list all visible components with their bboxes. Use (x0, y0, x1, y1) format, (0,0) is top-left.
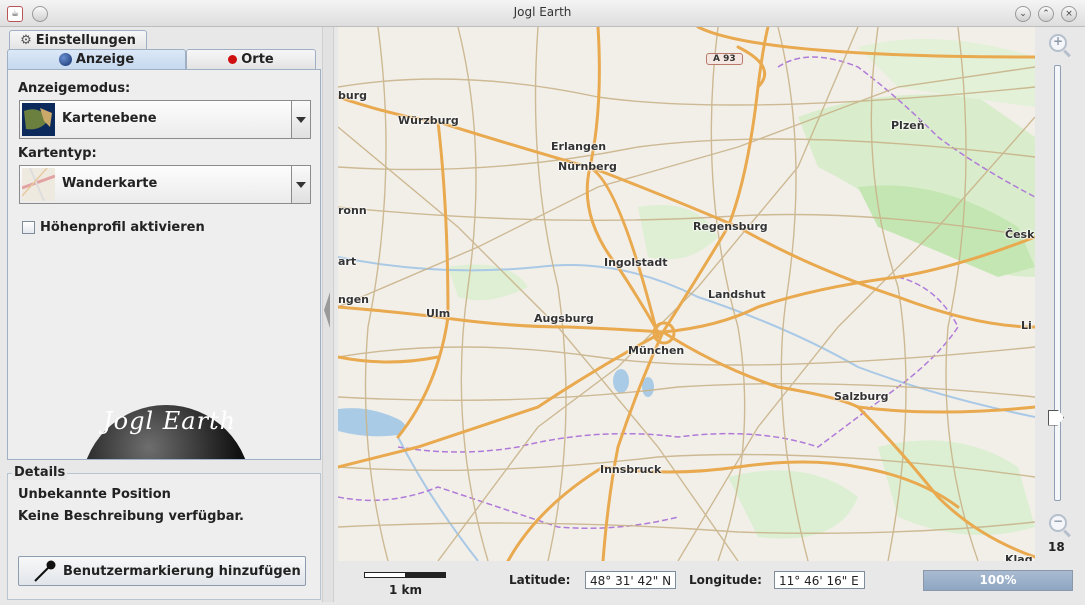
loading-progress-bar: 100% (923, 570, 1073, 591)
progress-text: 100% (979, 573, 1017, 587)
maximize-button[interactable]: ⌃ (1038, 6, 1054, 22)
map-city-label: Salzburg (834, 390, 889, 403)
tab-display[interactable]: Anzeige (7, 49, 186, 69)
map-thumbnail-icon (22, 168, 55, 201)
zoom-level: 18 (1048, 540, 1065, 554)
chevron-down-icon[interactable] (291, 166, 310, 203)
marker-pin-icon (34, 560, 56, 582)
map-city-label: Plzeň (891, 119, 925, 132)
map-city-label: Nürnberg (558, 160, 617, 173)
close-button[interactable]: × (1061, 6, 1077, 22)
zoom-out-icon[interactable]: − (1049, 514, 1067, 532)
map-city-label: ngen (338, 293, 369, 306)
zoom-slider-track[interactable] (1054, 65, 1061, 501)
elevation-checkbox[interactable]: Höhenprofil aktivieren (22, 220, 205, 235)
tab-settings-label: Einstellungen (35, 33, 136, 48)
tab-display-label: Anzeige (75, 52, 135, 67)
split-pane-divider[interactable] (322, 27, 334, 602)
scale-bar (364, 572, 446, 578)
globe-layer-icon (22, 103, 55, 136)
map-city-label: Innsbruck (600, 463, 662, 476)
globe-icon (58, 53, 72, 66)
collapse-arrow-icon[interactable] (324, 292, 330, 328)
scale-label: 1 km (389, 583, 423, 597)
map-type-value: Wanderkarte (62, 176, 158, 191)
map-city-label: Klag (1005, 553, 1033, 561)
jogl-earth-logo: Jogl Earth (73, 405, 253, 459)
display-mode-value: Kartenebene (62, 111, 157, 126)
map-city-label: Erlangen (551, 140, 607, 153)
map-view[interactable]: A 93 burg Würzburg Erlangen Nürnberg Plz… (338, 27, 1035, 561)
map-city-label: Würzburg (398, 114, 459, 127)
map-city-label: Regensburg (693, 220, 768, 233)
map-canvas[interactable] (338, 27, 1035, 561)
add-marker-label: Benutzermarkierung hinzufügen (63, 563, 301, 579)
tab-places-label: Orte (241, 52, 274, 67)
gear-icon: ⚙ (20, 33, 32, 48)
map-city-label: Li (1021, 319, 1032, 332)
map-city-label: ronn (338, 204, 367, 217)
latitude-field[interactable]: 48° 31' 42" N (585, 571, 676, 589)
longitude-label: Longitude: (689, 573, 762, 587)
add-marker-button[interactable]: Benutzermarkierung hinzufügen (18, 556, 306, 586)
map-type-select[interactable]: Wanderkarte (19, 165, 311, 204)
status-bar: 1 km Latitude: 48° 31' 42" N Longitude: … (338, 562, 1083, 602)
minimize-button[interactable]: ⌄ (1015, 6, 1031, 22)
window-title: Jogl Earth (513, 5, 572, 19)
details-panel: Details Unbekannte Position Keine Beschr… (7, 465, 321, 600)
map-city-label: art (338, 255, 357, 268)
left-panel: ⚙ Einstellungen Anzeige Orte Anzeigemodu… (5, 27, 321, 602)
title-bar: ☕ Jogl Earth ⌄ ⌃ × (0, 0, 1085, 27)
map-city-label: Landshut (708, 288, 766, 301)
map-city-label: Augsburg (534, 312, 594, 325)
description-text: Keine Beschreibung verfügbar. (18, 509, 244, 524)
map-city-label: Ingolstadt (604, 256, 668, 269)
position-text: Unbekannte Position (18, 487, 171, 502)
latitude-label: Latitude: (509, 573, 571, 587)
tab-places[interactable]: Orte (186, 49, 316, 69)
chevron-down-icon[interactable] (291, 101, 310, 138)
road-shield-a93: A 93 (706, 53, 743, 65)
map-city-label: burg (338, 89, 368, 102)
pin-icon (228, 55, 238, 64)
display-mode-select[interactable]: Kartenebene (19, 100, 311, 139)
zoom-control: + − 18 (1040, 27, 1080, 587)
tab-settings[interactable]: ⚙ Einstellungen (9, 30, 147, 50)
logo-text: Jogl Earth (103, 407, 237, 435)
elevation-checkbox-label: Höhenprofil aktivieren (40, 220, 205, 235)
longitude-field[interactable]: 11° 46' 16" E (774, 571, 865, 589)
display-panel: Anzeigemodus: Kartenebene Kartentyp: Wan… (7, 69, 321, 460)
map-city-label: Česk (1005, 228, 1035, 241)
map-city-label: München (628, 344, 685, 357)
display-mode-label: Anzeigemodus: (18, 81, 131, 96)
map-city-label: Ulm (426, 307, 451, 320)
zoom-in-icon[interactable]: + (1049, 34, 1067, 52)
zoom-slider-thumb[interactable] (1048, 409, 1064, 426)
map-type-label: Kartentyp: (18, 146, 97, 161)
details-legend: Details (12, 465, 68, 480)
checkbox-box[interactable] (22, 221, 35, 234)
